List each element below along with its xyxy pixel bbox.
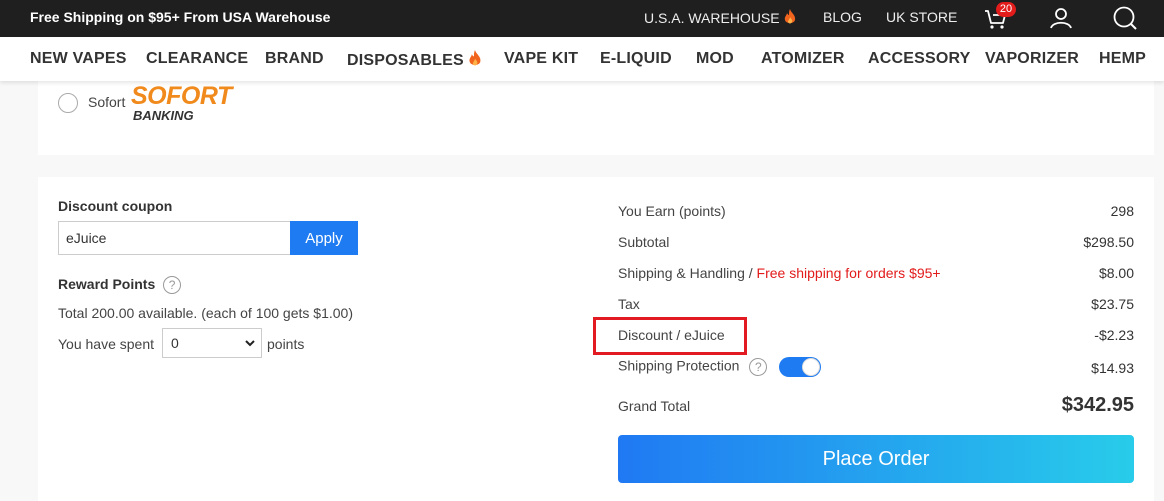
help-icon[interactable]: ?: [749, 358, 768, 376]
subtotal-value: $298.50: [1083, 234, 1134, 250]
usa-warehouse-label: U.S.A. WAREHOUSE: [644, 10, 780, 26]
uk-store-link[interactable]: UK STORE: [886, 9, 957, 25]
discount-value: -$2.23: [1094, 327, 1134, 343]
points-spent-suffix: points: [267, 336, 305, 352]
free-shipping-promo: Free Shipping on $95+ From USA Warehouse: [30, 9, 331, 25]
points-spent-select[interactable]: 0: [162, 328, 262, 358]
you-earn-label: You Earn (points): [618, 203, 726, 219]
nav-new-vapes[interactable]: NEW VAPES: [30, 50, 127, 68]
user-icon: [1050, 8, 1072, 29]
reward-points-available: Total 200.00 available. (each of 100 get…: [58, 305, 353, 321]
nav-disposables[interactable]: DISPOSABLES: [347, 50, 482, 70]
top-bar: Free Shipping on $95+ From USA Warehouse…: [0, 0, 1164, 37]
grand-total-value: $342.95: [1061, 394, 1134, 416]
points-spent-prefix: You have spent: [58, 336, 155, 352]
you-earn-row: You Earn (points) 298: [618, 203, 1134, 219]
sofort-banking-logo: SOFORT BANKING: [131, 83, 232, 122]
tax-label: Tax: [618, 296, 640, 312]
nav-clearance[interactable]: CLEARANCE: [146, 50, 248, 68]
nav-atomizer[interactable]: ATOMIZER: [761, 50, 845, 68]
grand-total-label: Grand Total: [618, 398, 691, 414]
shipping-protection-label: Shipping Protection: [618, 357, 740, 374]
nav-brand[interactable]: BRAND: [265, 50, 324, 68]
account-button[interactable]: [1047, 4, 1075, 32]
shipping-label: Shipping & Handling /: [618, 265, 757, 281]
shipping-row: Shipping & Handling / Free shipping for …: [618, 265, 1134, 281]
search-icon: [1113, 6, 1137, 30]
usa-warehouse-link[interactable]: U.S.A. WAREHOUSE: [644, 9, 796, 26]
you-earn-value: 298: [1110, 203, 1134, 219]
sofort-radio[interactable]: [58, 93, 78, 113]
place-order-button[interactable]: Place Order: [618, 435, 1134, 483]
free-shipping-note: Free shipping for orders $95+: [756, 265, 941, 281]
grand-total-row: Grand Total $342.95: [618, 394, 1134, 416]
flame-icon: [784, 9, 795, 24]
nav-accessory[interactable]: ACCESSORY: [868, 50, 971, 68]
payment-method-panel: Sofort SOFORT BANKING: [38, 81, 1154, 155]
sofort-option-label: Sofort: [88, 94, 126, 110]
flame-icon: [469, 50, 481, 66]
toggle-knob: [802, 358, 821, 376]
nav-hemp[interactable]: HEMP: [1099, 50, 1146, 68]
subtotal-label: Subtotal: [618, 234, 670, 250]
discount-highlight-box: [593, 317, 747, 355]
nav-vaporizer[interactable]: VAPORIZER: [985, 50, 1079, 68]
order-summary-panel: Discount coupon Apply Reward Points ? To…: [38, 177, 1154, 501]
nav-disposables-label: DISPOSABLES: [347, 52, 464, 69]
nav-mod[interactable]: MOD: [696, 50, 734, 68]
subtotal-row: Subtotal $298.50: [618, 234, 1134, 250]
sofort-logo-bottom: BANKING: [133, 108, 194, 123]
points-spent-value: 0: [171, 335, 179, 351]
tax-value: $23.75: [1091, 296, 1134, 312]
nav-vape-kit[interactable]: VAPE KIT: [504, 50, 578, 68]
discount-coupon-title: Discount coupon: [58, 198, 173, 214]
chevron-down-icon: [245, 340, 255, 347]
cart-count-badge: 20: [996, 2, 1016, 17]
reward-points-label: Reward Points: [58, 276, 156, 292]
apply-coupon-button[interactable]: Apply: [290, 221, 358, 255]
main-nav: NEW VAPES CLEARANCE BRAND DISPOSABLES VA…: [0, 37, 1164, 81]
help-icon[interactable]: ?: [163, 276, 182, 295]
search-button[interactable]: [1111, 4, 1139, 32]
blog-link[interactable]: BLOG: [823, 9, 862, 25]
nav-e-liquid[interactable]: E-LIQUID: [600, 50, 672, 68]
coupon-code-input[interactable]: [58, 221, 291, 255]
reward-points-title: Reward Points ?: [58, 276, 182, 295]
shipping-protection-row: Shipping Protection ? $14.93: [618, 357, 1134, 377]
shipping-value: $8.00: [1098, 265, 1134, 281]
shipping-protection-value: $14.93: [1091, 360, 1134, 376]
sofort-logo-top: SOFORT: [131, 82, 232, 110]
shipping-protection-toggle[interactable]: [779, 357, 822, 377]
tax-row: Tax $23.75: [618, 296, 1134, 312]
